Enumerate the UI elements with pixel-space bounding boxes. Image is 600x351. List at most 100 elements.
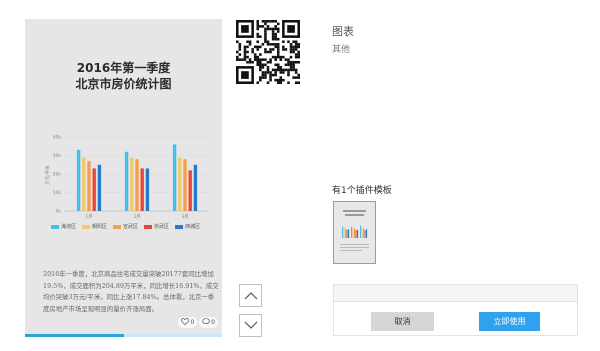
legend-swatch <box>51 225 59 229</box>
qr-module <box>274 38 277 41</box>
preview-description: 2016年一季度，北京商品住宅成交量突破20177套同比增加19.5%，成交面积… <box>43 269 219 315</box>
qr-module <box>259 35 262 38</box>
scroll-down-button[interactable] <box>239 314 262 337</box>
qr-module <box>259 58 262 61</box>
thumbnail-bar <box>354 228 355 238</box>
qr-module <box>239 53 242 56</box>
qr-module <box>295 76 298 79</box>
y-axis-label: 万元/平米 <box>44 165 51 185</box>
qr-module <box>236 56 239 59</box>
qr-module <box>259 64 262 67</box>
qr-module <box>274 79 277 82</box>
qr-module <box>285 48 288 51</box>
qr-module <box>254 46 257 49</box>
qr-module <box>264 76 267 79</box>
qr-module <box>272 48 275 51</box>
qr-module <box>280 81 283 84</box>
qr-module <box>295 81 298 84</box>
qr-module <box>269 79 272 82</box>
qr-module <box>292 46 295 49</box>
legend-item: 崇武区 <box>144 223 169 230</box>
qr-module <box>262 74 265 77</box>
qr-module <box>287 69 290 72</box>
qr-module <box>262 66 265 69</box>
qr-module <box>290 66 293 69</box>
x-tick-label: 2月 <box>133 214 140 220</box>
qr-module <box>277 51 280 54</box>
qr-module <box>274 46 277 49</box>
qr-module <box>280 56 283 59</box>
qr-module <box>249 61 252 64</box>
action-panel: 取消 立即使用 <box>333 284 578 336</box>
qr-module <box>262 71 265 74</box>
qr-module <box>280 58 283 61</box>
bar <box>141 168 144 211</box>
qr-module <box>297 53 300 56</box>
thumbnail-bar <box>348 229 349 238</box>
qr-module <box>295 53 298 56</box>
plugin-template-count: 有1个插件模板 <box>332 183 392 196</box>
qr-module <box>277 48 280 51</box>
qr-module <box>295 43 298 46</box>
qr-module <box>249 40 252 43</box>
legend-item: 海淀区 <box>51 223 76 230</box>
qr-module <box>292 66 295 69</box>
qr-module <box>274 71 277 74</box>
comment-button[interactable]: 0 <box>199 317 218 328</box>
preview-progress-fill <box>25 334 124 337</box>
qr-module <box>292 51 295 54</box>
template-category: 图表 <box>332 23 354 39</box>
qr-module <box>292 40 295 43</box>
qr-module <box>259 76 262 79</box>
qr-module <box>267 69 270 72</box>
qr-module <box>262 43 265 46</box>
qr-module <box>262 76 265 79</box>
qr-module <box>297 56 300 59</box>
y-tick-label: 30k <box>53 153 62 159</box>
qr-module <box>297 74 300 77</box>
qr-module <box>280 76 283 79</box>
preview-title-line1: 2016年第一季度 <box>25 60 222 76</box>
bar <box>130 157 133 211</box>
qr-module <box>274 20 277 23</box>
thumbnail-bar <box>356 230 357 238</box>
qr-module <box>256 48 259 51</box>
y-tick-label: 40k <box>53 135 62 141</box>
qr-module <box>285 69 288 72</box>
legend-label: 崇武区 <box>154 223 169 230</box>
bar <box>82 157 85 211</box>
qr-module <box>251 51 254 54</box>
qr-module <box>244 56 247 59</box>
qr-module <box>246 51 249 54</box>
plugin-template-thumbnail[interactable] <box>333 201 376 264</box>
qr-module <box>262 58 265 61</box>
cancel-button[interactable]: 取消 <box>371 312 434 331</box>
qr-module <box>272 43 275 46</box>
qr-module <box>267 25 270 28</box>
qr-module <box>277 23 280 26</box>
qr-module <box>287 71 290 74</box>
legend-item: 西城区 <box>175 223 200 230</box>
qr-module <box>272 56 275 59</box>
like-button[interactable]: 0 <box>178 317 197 328</box>
qr-module <box>259 69 262 72</box>
qr-module <box>274 58 277 61</box>
legend-swatch <box>175 225 183 229</box>
qr-module <box>246 40 249 43</box>
qr-module <box>264 20 267 23</box>
qr-module <box>267 20 270 23</box>
qr-module <box>264 33 267 36</box>
qr-module <box>287 40 290 43</box>
use-now-button[interactable]: 立即使用 <box>479 312 540 331</box>
qr-module <box>267 61 270 64</box>
qr-module <box>244 58 247 61</box>
qr-module <box>256 28 259 31</box>
scroll-up-button[interactable] <box>239 284 262 307</box>
bar-chart: 万元/平米0k10k20k30k40k1月2月3月 <box>43 131 213 231</box>
qr-module <box>274 43 277 46</box>
legend-label: 西城区 <box>185 223 200 230</box>
qr-module <box>272 38 275 41</box>
qr-module <box>290 56 293 59</box>
qr-module <box>246 46 249 49</box>
qr-module <box>256 56 259 59</box>
